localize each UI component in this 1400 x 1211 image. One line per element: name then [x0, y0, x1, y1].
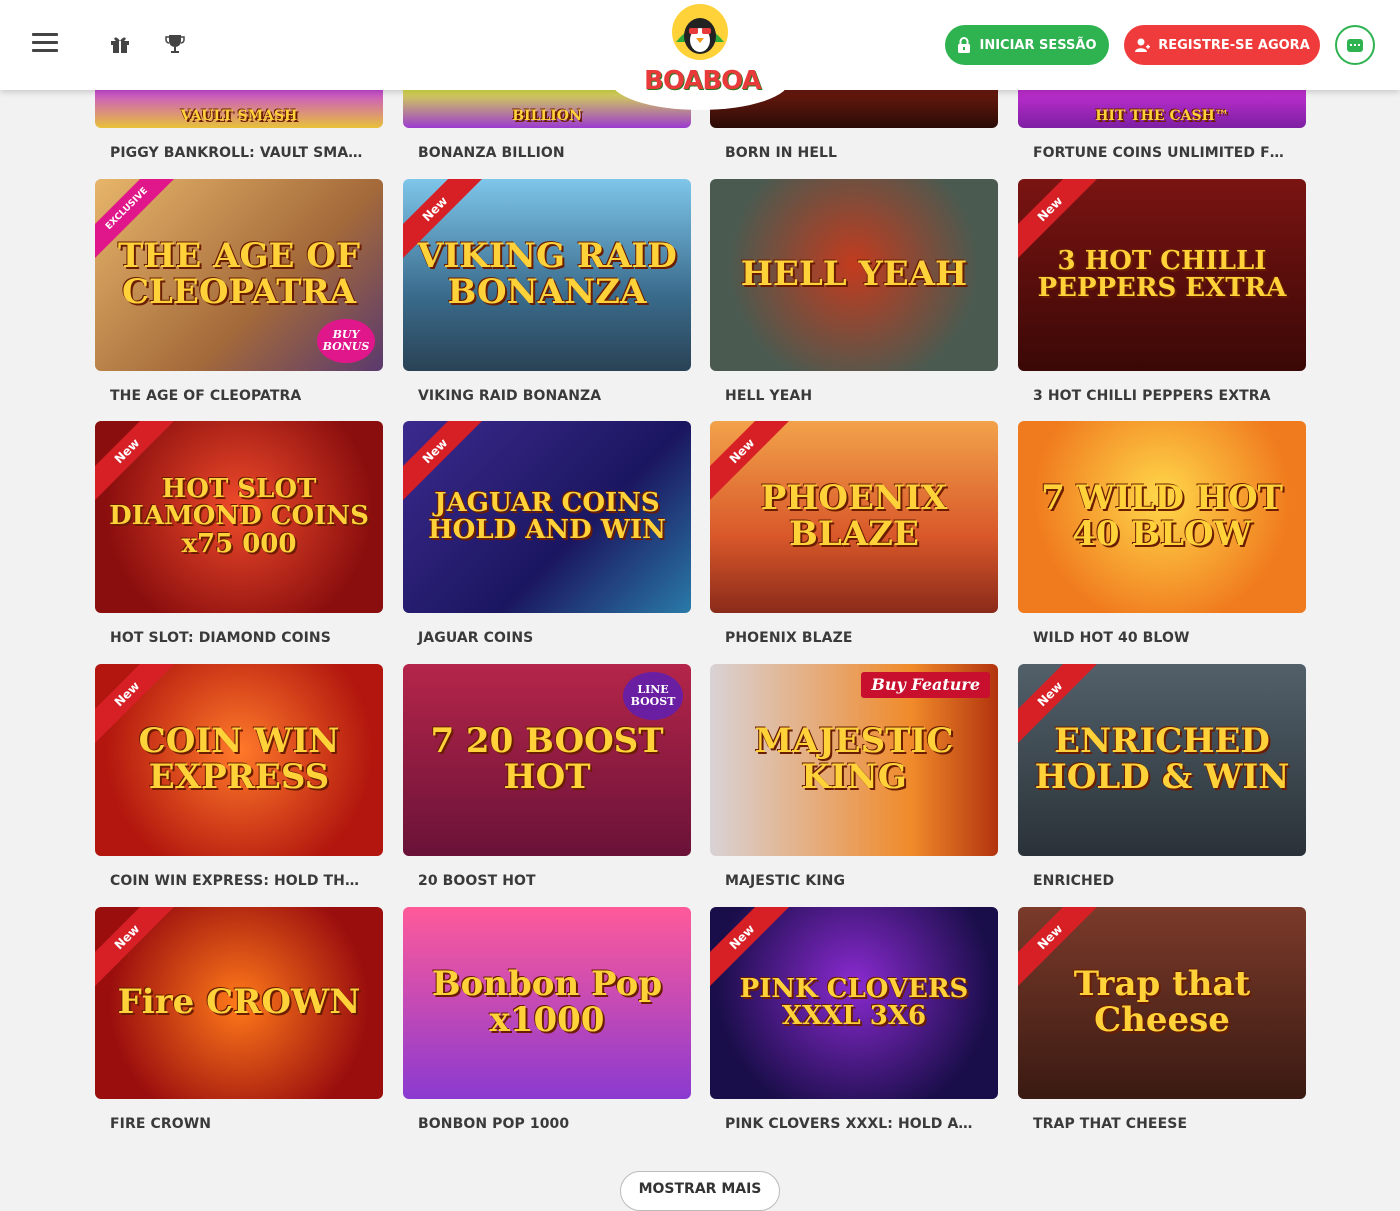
game-title[interactable]: HOT SLOT: DIAMOND COINS: [95, 630, 365, 646]
game-artwork-title: THE AGE OF CLEOPATRA: [117, 236, 361, 312]
game-tile[interactable]: Fire CROWN New FIRE CROWN: [95, 907, 383, 1132]
feature-badge: LINE BOOST: [623, 672, 683, 721]
site-header: BOABOA INICIAR SESSÃO REGISTRE-SE AGORA: [0, 0, 1400, 110]
game-artwork-title: JAGUAR COINS HOLD AND WIN: [428, 487, 666, 545]
game-title[interactable]: FORTUNE COINS UNLIMITED FOR...: [1018, 145, 1288, 161]
chat-icon: [1347, 38, 1363, 52]
game-artwork-title: VIKING RAID BONANZA: [417, 236, 677, 312]
game-artwork-title: 7 20 BOOST HOT: [430, 721, 664, 797]
game-thumbnail[interactable]: Bonbon Pop x1000: [403, 907, 691, 1099]
game-tile[interactable]: THE AGE OF CLEOPATRA EXCLUSIVE BUY BONUS TH…: [95, 179, 383, 404]
show-more-button[interactable]: MOSTRAR MAIS: [620, 1171, 780, 1211]
game-thumbnail[interactable]: HOT SLOT DIAMOND COINS x75 000 New: [95, 421, 383, 613]
game-artwork-title: ENRICHED HOLD & WIN: [1034, 721, 1290, 797]
game-tile[interactable]: COIN WIN EXPRESS New COIN WIN EXPRESS: HOL…: [95, 664, 383, 889]
game-artwork-title: PHOENIX BLAZE: [760, 478, 948, 554]
game-artwork-title: MAJESTIC KING: [754, 721, 954, 797]
game-thumbnail[interactable]: JAGUAR COINS HOLD AND WIN New: [403, 421, 691, 613]
game-title[interactable]: MAJESTIC KING: [710, 873, 980, 889]
game-tile[interactable]: HIT THE CASH™ FORTUNE COINS UNLIMITED FOR…: [1018, 90, 1306, 161]
game-artwork-title: Trap that Cheese: [1073, 964, 1251, 1040]
game-tile[interactable]: 7 20 BOOST HOT LINE BOOST 20 BOOST HOT: [403, 664, 691, 889]
game-artwork-title: Bonbon Pop x1000: [431, 964, 663, 1040]
register-label: REGISTRE-SE AGORA: [1158, 37, 1310, 53]
game-title[interactable]: PIGGY BANKROLL: VAULT SMASH: [95, 145, 365, 161]
game-artwork-title: PINK CLOVERS XXXL 3X6: [739, 973, 969, 1031]
game-artwork-title: HOT SLOT DIAMOND COINS x75 000: [109, 474, 369, 559]
lock-icon: [958, 37, 971, 53]
game-title[interactable]: HELL YEAH: [710, 388, 980, 404]
menu-icon[interactable]: [32, 33, 58, 53]
game-tile[interactable]: JAGUAR COINS HOLD AND WIN New JAGUAR COINS: [403, 421, 691, 646]
game-thumbnail[interactable]: 3 HOT CHILLI PEPPERS EXTRA New: [1018, 179, 1306, 371]
game-title[interactable]: BONANZA BILLION: [403, 145, 673, 161]
game-thumbnail[interactable]: MAJESTIC KING Buy Feature: [710, 664, 998, 856]
game-title[interactable]: TRAP THAT CHEESE: [1018, 1116, 1288, 1132]
game-title[interactable]: BONBON POP 1000: [403, 1116, 673, 1132]
game-title[interactable]: JAGUAR COINS: [403, 630, 673, 646]
game-tile[interactable]: 7 WILD HOT 40 BLOW WILD HOT 40 BLOW: [1018, 421, 1306, 646]
add-user-icon: [1135, 38, 1151, 52]
game-tile[interactable]: Trap that Cheese New TRAP THAT CHEESE: [1018, 907, 1306, 1132]
penguin-mascot-icon: [672, 4, 728, 60]
game-thumbnail[interactable]: 7 WILD HOT 40 BLOW: [1018, 421, 1306, 613]
game-thumbnail[interactable]: THE AGE OF CLEOPATRA EXCLUSIVE BUY BONUS: [95, 179, 383, 371]
game-artwork-title: 7 WILD HOT 40 BLOW: [1041, 478, 1283, 554]
login-label: INICIAR SESSÃO: [979, 37, 1097, 53]
game-title[interactable]: 20 BOOST HOT: [403, 873, 673, 889]
game-tile[interactable]: HOT SLOT DIAMOND COINS x75 000 New HOT SLO…: [95, 421, 383, 646]
game-title[interactable]: THE AGE OF CLEOPATRA: [95, 388, 365, 404]
game-thumbnail[interactable]: PHOENIX BLAZE New: [710, 421, 998, 613]
game-artwork-title: COIN WIN EXPRESS: [138, 721, 340, 797]
game-title[interactable]: FIRE CROWN: [95, 1116, 365, 1132]
game-title[interactable]: COIN WIN EXPRESS: HOLD THE S...: [95, 873, 365, 889]
game-tile[interactable]: ENRICHED HOLD & WIN New ENRICHED: [1018, 664, 1306, 889]
game-artwork-title: VAULT SMASH: [180, 108, 298, 125]
trophy-icon[interactable]: [163, 32, 187, 56]
game-tile[interactable]: VIKING RAID BONANZA New VIKING RAID BONANZ…: [403, 179, 691, 404]
game-title[interactable]: 3 HOT CHILLI PEPPERS EXTRA: [1018, 388, 1288, 404]
game-thumbnail[interactable]: ENRICHED HOLD & WIN New: [1018, 664, 1306, 856]
login-button[interactable]: INICIAR SESSÃO: [945, 25, 1109, 65]
chat-button[interactable]: [1335, 25, 1375, 65]
game-thumbnail[interactable]: COIN WIN EXPRESS New: [95, 664, 383, 856]
site-logo[interactable]: BOABOA: [610, 0, 790, 120]
game-tile[interactable]: Bonbon Pop x1000 BONBON POP 1000: [403, 907, 691, 1132]
game-thumbnail[interactable]: PINK CLOVERS XXXL 3X6 New: [710, 907, 998, 1099]
game-artwork-title: Fire CROWN: [117, 982, 361, 1023]
game-artwork-title: BILLION: [512, 108, 582, 125]
game-tile[interactable]: VAULT SMASH PIGGY BANKROLL: VAULT SMASH: [95, 90, 383, 161]
logo-wordmark: BOABOA: [644, 66, 762, 96]
game-thumbnail[interactable]: Trap that Cheese New: [1018, 907, 1306, 1099]
game-tile[interactable]: HELL YEAH HELL YEAH: [710, 179, 998, 404]
game-title[interactable]: BORN IN HELL: [710, 145, 980, 161]
game-title[interactable]: ENRICHED: [1018, 873, 1288, 889]
new-ribbon: New: [95, 907, 178, 988]
game-tile[interactable]: PINK CLOVERS XXXL 3X6 New PINK CLOVERS XXX…: [710, 907, 998, 1132]
game-tile[interactable]: MAJESTIC KING Buy Feature MAJESTIC KING: [710, 664, 998, 889]
game-tile[interactable]: 3 HOT CHILLI PEPPERS EXTRA New 3 HOT CHILL…: [1018, 179, 1306, 404]
game-title[interactable]: VIKING RAID BONANZA: [403, 388, 673, 404]
game-thumbnail[interactable]: Fire CROWN New: [95, 907, 383, 1099]
game-thumbnail[interactable]: VAULT SMASH: [95, 90, 383, 128]
game-artwork-title: HIT THE CASH™: [1095, 108, 1229, 125]
game-tile[interactable]: PHOENIX BLAZE New PHOENIX BLAZE: [710, 421, 998, 646]
game-title[interactable]: WILD HOT 40 BLOW: [1018, 630, 1288, 646]
game-artwork-title: 3 HOT CHILLI PEPPERS EXTRA: [1037, 245, 1287, 303]
gift-icon[interactable]: [108, 32, 132, 56]
game-thumbnail[interactable]: HIT THE CASH™: [1018, 90, 1306, 128]
feature-badge: Buy Feature: [861, 672, 990, 698]
game-thumbnail[interactable]: HELL YEAH: [710, 179, 998, 371]
game-title[interactable]: PHOENIX BLAZE: [710, 630, 980, 646]
register-button[interactable]: REGISTRE-SE AGORA: [1124, 25, 1320, 65]
game-artwork-title: HELL YEAH: [740, 254, 968, 295]
game-thumbnail[interactable]: 7 20 BOOST HOT LINE BOOST: [403, 664, 691, 856]
game-title[interactable]: PINK CLOVERS XXXL: HOLD AND ...: [710, 1116, 980, 1132]
feature-badge: BUY BONUS: [317, 318, 375, 363]
game-thumbnail[interactable]: VIKING RAID BONANZA New: [403, 179, 691, 371]
